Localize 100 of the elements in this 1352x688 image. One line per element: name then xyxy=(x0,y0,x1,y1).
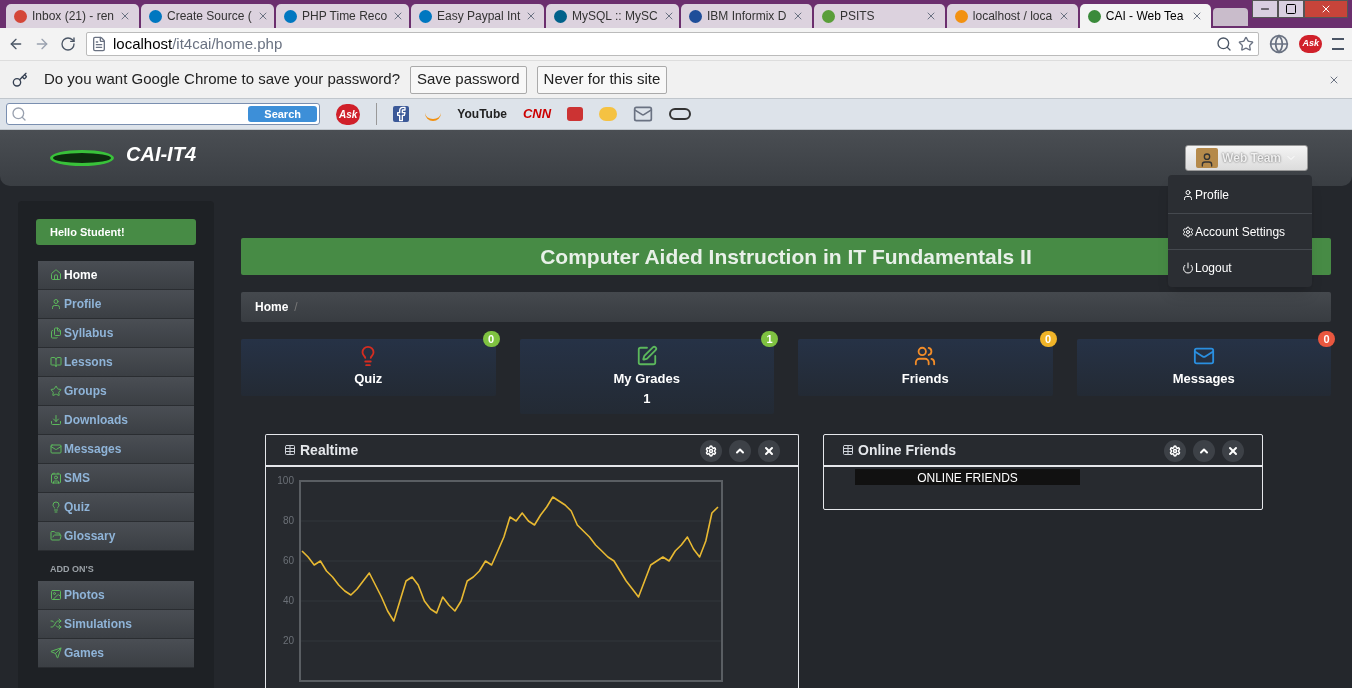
envelope-icon xyxy=(1192,345,1215,367)
table-icon xyxy=(284,444,296,456)
sidebar-item[interactable]: Syllabus xyxy=(38,319,194,348)
stat-label: My Grades xyxy=(613,370,680,388)
globe-icon[interactable] xyxy=(1269,34,1290,54)
menu-icon[interactable] xyxy=(1332,38,1344,50)
shuffle-icon xyxy=(50,617,62,630)
browser-tab[interactable]: Create Source ( xyxy=(141,4,274,28)
ask-badge[interactable]: Ask xyxy=(336,103,361,125)
brand-title: CAI-IT4 xyxy=(126,142,196,167)
browser-tab[interactable]: Easy Paypal Int xyxy=(411,4,544,28)
list-heading: ONLINE FRIENDS xyxy=(855,469,1080,485)
password-prompt: Do you want Google Chrome to save your password? xyxy=(44,69,400,90)
search-icon[interactable] xyxy=(1216,36,1233,52)
site-favicon xyxy=(821,9,835,23)
browser-tab[interactable]: Inbox (21) - ren xyxy=(6,4,139,28)
site-favicon xyxy=(14,9,27,23)
site-favicon xyxy=(284,9,297,23)
sidebar-item[interactable]: Home xyxy=(38,261,194,290)
site-favicon xyxy=(689,9,702,23)
stat-label: Quiz xyxy=(354,370,383,388)
sidebar-item[interactable]: Downloads xyxy=(38,406,194,435)
axis-tick-label: 100 xyxy=(277,475,294,486)
sidebar-item[interactable]: Lessons xyxy=(38,348,194,377)
count-badge: 1 xyxy=(761,331,778,347)
browser-tab[interactable]: PSITS xyxy=(813,4,945,28)
star-icon[interactable] xyxy=(1238,36,1255,52)
axis-tick-label: 80 xyxy=(282,515,294,526)
star-icon xyxy=(50,385,62,397)
sidebar-item[interactable]: Simulations xyxy=(38,609,194,639)
breadcrumb-link[interactable]: Home xyxy=(255,298,289,316)
download-icon xyxy=(50,414,62,426)
sidebar-item[interactable]: Glossary xyxy=(38,522,194,551)
count-badge: 0 xyxy=(1039,331,1057,347)
close-button[interactable] xyxy=(1222,440,1244,462)
settings-icon xyxy=(705,445,717,457)
browser-tab[interactable]: CAI - Web Tea xyxy=(1079,4,1211,28)
lightbulb-icon xyxy=(50,501,62,513)
settings-button[interactable] xyxy=(700,440,722,462)
infobar-button[interactable]: Save password xyxy=(410,65,527,94)
documents-icon xyxy=(50,327,62,339)
sidebar-item[interactable]: Quiz xyxy=(38,493,194,522)
key-icon xyxy=(12,71,28,88)
forward-icon[interactable] xyxy=(34,36,50,52)
youtube-logo[interactable]: YouTube xyxy=(457,105,507,123)
close-button[interactable] xyxy=(758,440,780,462)
axis-tick-label: 40 xyxy=(282,595,294,606)
user-icon xyxy=(50,298,62,310)
avatar-icon xyxy=(1196,148,1219,168)
table-icon xyxy=(842,444,854,456)
user-menu-button[interactable]: Web Team xyxy=(1185,145,1308,171)
sidebar-item[interactable]: Photos xyxy=(38,580,194,610)
site-favicon xyxy=(1087,9,1101,23)
facebook-icon[interactable] xyxy=(393,106,410,122)
maximize-button[interactable] xyxy=(1278,0,1304,18)
axis-tick-label: 20 xyxy=(282,635,294,646)
browser-tab[interactable]: PHP Time Reco xyxy=(276,4,409,28)
collapse-button[interactable] xyxy=(1193,440,1215,462)
panel-title: Realtime xyxy=(300,440,359,460)
sidebar-item[interactable]: Profile xyxy=(38,290,194,319)
browser-tab[interactable]: MySQL :: MySC xyxy=(546,4,679,28)
maximize-icon xyxy=(1285,3,1297,15)
new-tab-button[interactable] xyxy=(1212,8,1248,26)
browser-tab[interactable]: IBM Informix D xyxy=(681,4,812,28)
logo-icon xyxy=(50,150,114,166)
reload-icon[interactable] xyxy=(60,36,76,52)
close-icon xyxy=(1227,445,1239,457)
sidebar-item[interactable]: Groups xyxy=(38,377,194,406)
stat-value: 1 xyxy=(643,389,651,408)
book-icon xyxy=(50,356,62,368)
menu-item[interactable]: Profile xyxy=(1168,177,1312,213)
stat-label: Messages xyxy=(1172,370,1235,388)
ask-badge[interactable]: Ask xyxy=(1299,35,1322,53)
envelope-icon xyxy=(50,443,62,455)
sidebar-item[interactable]: SMS xyxy=(38,464,194,493)
site-favicon xyxy=(419,9,432,23)
close-icon xyxy=(763,445,775,457)
stat-label: Friends xyxy=(901,370,949,388)
sidebar-item[interactable]: Games xyxy=(38,638,194,668)
cnn-logo[interactable]: CNN xyxy=(522,104,552,124)
count-badge: 0 xyxy=(1318,331,1335,347)
section-heading: ADD ON'S xyxy=(50,563,95,576)
panel-title: Online Friends xyxy=(858,440,956,460)
envelope-icon[interactable] xyxy=(633,104,654,124)
greeting-banner: Hello Student! xyxy=(36,219,196,245)
settings-button[interactable] xyxy=(1164,440,1186,462)
back-icon[interactable] xyxy=(8,36,24,52)
minimize-button[interactable] xyxy=(1252,0,1278,18)
browser-tab[interactable]: localhost / loca xyxy=(946,4,1078,28)
power-icon xyxy=(1182,261,1194,274)
collapse-button[interactable] xyxy=(729,440,751,462)
breadcrumb-separator: / xyxy=(294,299,298,316)
count-badge: 0 xyxy=(482,331,500,347)
search-icon xyxy=(11,106,27,122)
infobar-button[interactable]: Never for this site xyxy=(536,65,668,94)
settings-icon xyxy=(1182,225,1194,238)
close-icon xyxy=(1320,3,1332,15)
site-favicon xyxy=(149,9,162,23)
sidebar-item[interactable]: Messages xyxy=(38,435,194,464)
address-field[interactable]: localhost/it4cai/home.php xyxy=(86,32,1260,56)
